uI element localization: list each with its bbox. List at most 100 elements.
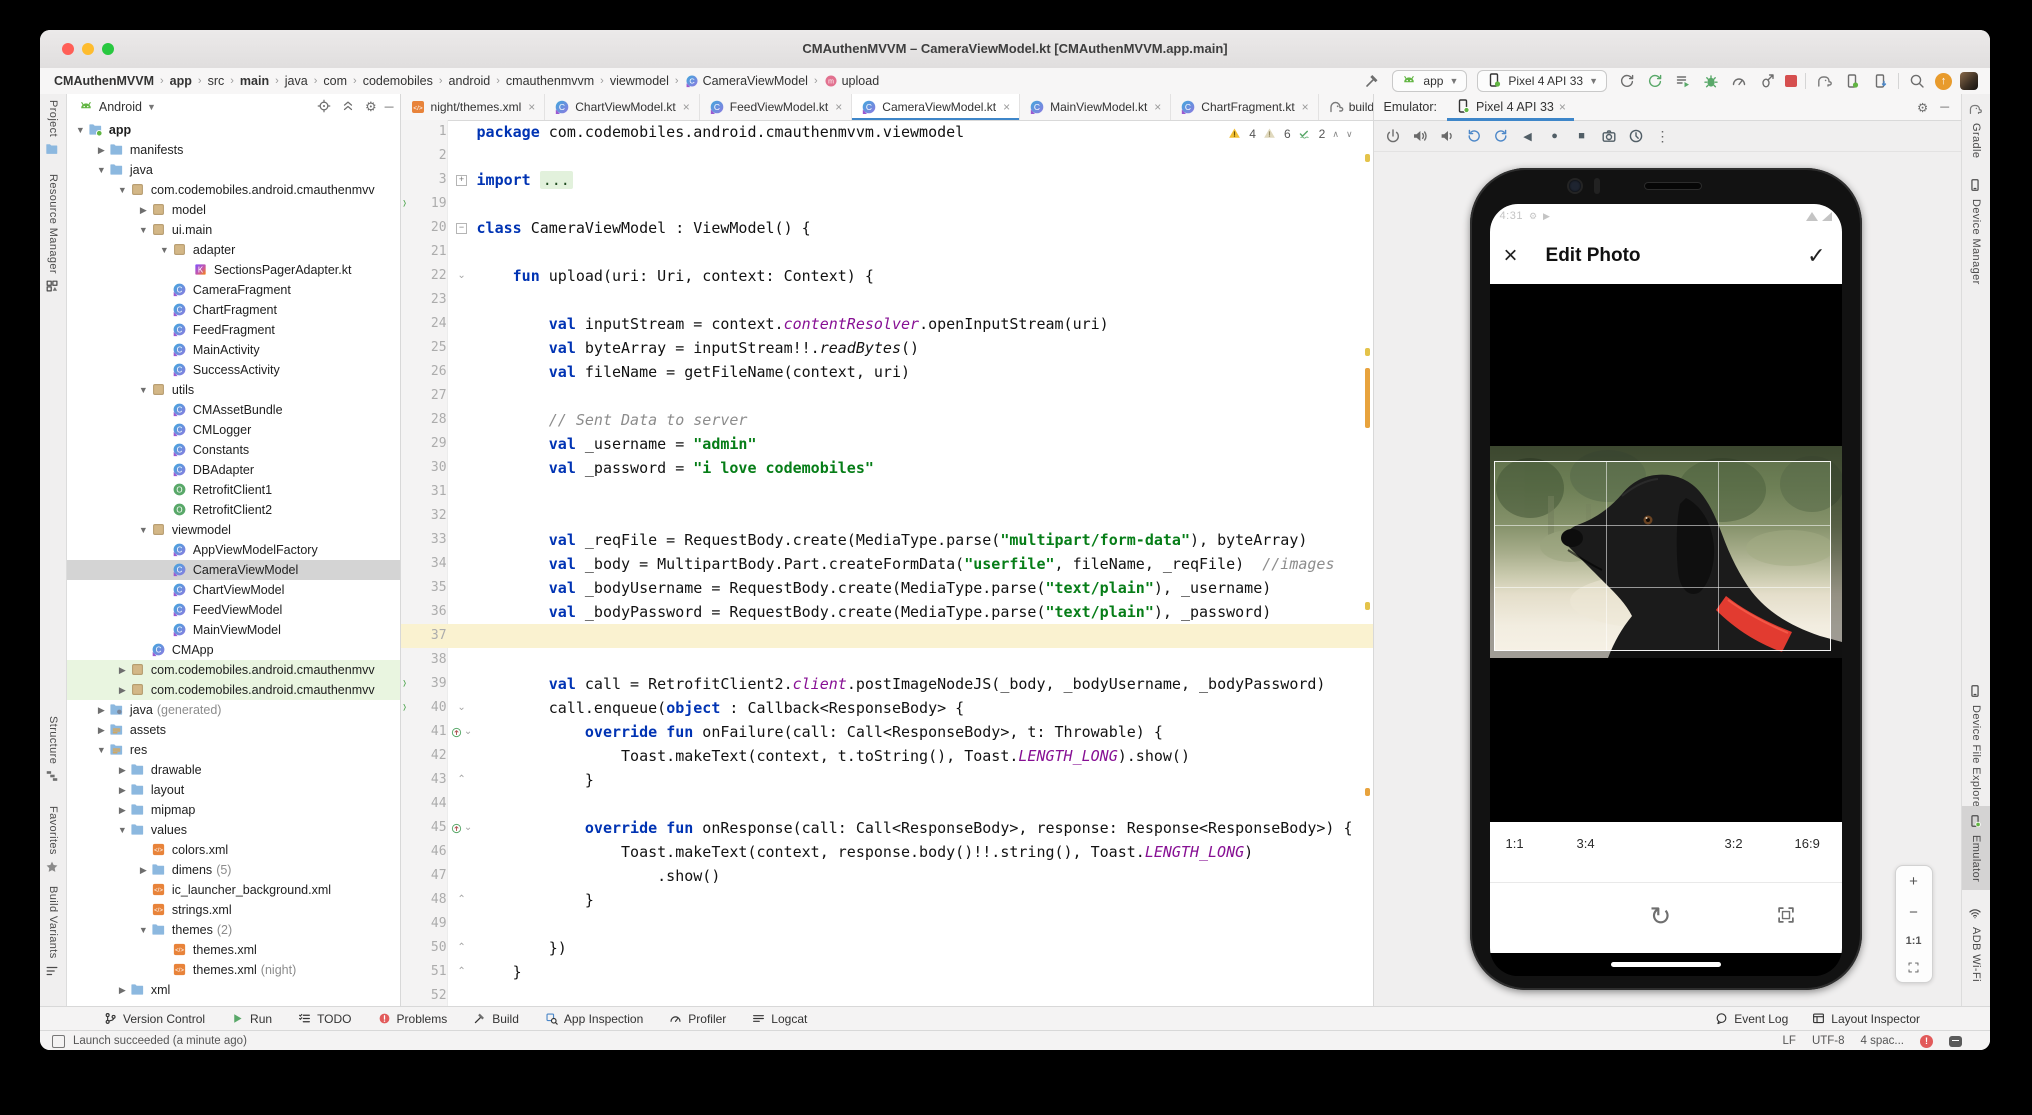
tree-item-retrofitclient1[interactable]: ORetrofitClient1: [67, 480, 400, 500]
breadcrumb-item[interactable]: CMAuthenMVVM: [54, 74, 154, 88]
code-line-44[interactable]: 44: [401, 792, 1373, 816]
apply-b-icon[interactable]: [1647, 73, 1663, 89]
code-line-42[interactable]: 42 Toast.makeText(context, t.toString(),…: [401, 744, 1373, 768]
project-view-mode[interactable]: Android: [99, 100, 142, 114]
build-hammer-icon[interactable]: [1362, 71, 1382, 91]
tool-strip-structure[interactable]: Structure: [40, 716, 66, 785]
tree-item-java[interactable]: ▼java: [67, 160, 400, 180]
code-line-25[interactable]: 25 val byteArray = inputStream!!.readByt…: [401, 336, 1373, 360]
code-line-27[interactable]: 27: [401, 384, 1373, 408]
tree-item-app[interactable]: ▼app: [67, 120, 400, 140]
code-line-45[interactable]: 45⌄ override fun onResponse(call: Call<R…: [401, 816, 1373, 840]
bug-icon[interactable]: [1703, 73, 1719, 89]
tree-item-utils[interactable]: ▼utils: [67, 380, 400, 400]
tab-night-themes-xml[interactable]: </>night/themes.xml×: [401, 94, 546, 120]
override-method-icon[interactable]: [451, 823, 462, 834]
tree-item-cmapp[interactable]: CCMApp: [67, 640, 400, 660]
camera-icon[interactable]: [1600, 127, 1618, 145]
gear-icon[interactable]: ⚙: [365, 99, 377, 115]
code-line-33[interactable]: 33 val _reqFile = RequestBody.create(Med…: [401, 528, 1373, 552]
tree-item-xml[interactable]: ▶xml: [67, 980, 400, 1000]
chevron-down-icon[interactable]: ▼: [73, 125, 88, 135]
tool-window-button-version-control[interactable]: Version Control: [104, 1012, 205, 1026]
breadcrumb-item[interactable]: app: [170, 74, 192, 88]
gesture-pill[interactable]: [1611, 962, 1721, 967]
tree-item-model[interactable]: ▶model: [67, 200, 400, 220]
tool-window-button-build[interactable]: Build: [473, 1012, 519, 1026]
breadcrumb-item[interactable]: CCameraViewModel: [685, 74, 808, 88]
code-line-47[interactable]: 47 .show(): [401, 864, 1373, 888]
tree-item-chartviewmodel[interactable]: CChartViewModel: [67, 580, 400, 600]
code-line-40[interactable]: ❭40⌄ call.enqueue(object : Callback<Resp…: [401, 696, 1373, 720]
snapshots-icon[interactable]: [1627, 127, 1645, 145]
chevron-right-icon[interactable]: ▶: [94, 725, 109, 736]
chevron-right-icon[interactable]: ▶: [115, 765, 130, 776]
rotate-left-icon[interactable]: [1466, 128, 1482, 144]
close-tab-icon[interactable]: ×: [683, 100, 690, 114]
chevron-down-icon[interactable]: ▼: [115, 185, 130, 195]
code-line-38[interactable]: 38: [401, 648, 1373, 672]
elephant-icon[interactable]: [1816, 73, 1832, 89]
line-ending-indicator[interactable]: LF: [1783, 1035, 1796, 1047]
more-icon[interactable]: ⋮: [1654, 127, 1672, 145]
rotate-button[interactable]: ↻: [1650, 901, 1672, 932]
tree-item-strings-xml[interactable]: </>strings.xml: [67, 900, 400, 920]
tree-item-feedviewmodel[interactable]: CFeedViewModel: [67, 600, 400, 620]
zoom-in-button[interactable]: +: [1909, 873, 1918, 890]
code-line-51[interactable]: 51⌃ }: [401, 960, 1373, 984]
tree-item-java[interactable]: ▶java (generated): [67, 700, 400, 720]
avatar[interactable]: [1960, 72, 1978, 90]
fit-to-window-button[interactable]: [1907, 961, 1921, 975]
elephant-icon[interactable]: [1814, 71, 1834, 91]
close-tab-icon[interactable]: ×: [1003, 100, 1010, 114]
tree-item-values[interactable]: ▼values: [67, 820, 400, 840]
target-icon[interactable]: [317, 99, 333, 115]
override-method-icon[interactable]: [451, 727, 462, 738]
chevron-right-icon[interactable]: ▶: [115, 805, 130, 816]
tab-cameraviewmodel-kt[interactable]: CCameraViewModel.kt×: [852, 94, 1020, 120]
apply-a-icon[interactable]: [1619, 73, 1635, 89]
code-line-22[interactable]: 22⌄ fun upload(uri: Uri, context: Contex…: [401, 264, 1373, 288]
volume-up-icon[interactable]: [1412, 128, 1428, 144]
code-line-46[interactable]: 46 Toast.makeText(context, response.body…: [401, 840, 1373, 864]
overview-icon[interactable]: ■: [1573, 127, 1591, 145]
tree-item-assets[interactable]: ▶assets: [67, 720, 400, 740]
fold-region-start-icon[interactable]: ⌄: [464, 720, 472, 744]
breadcrumb-item[interactable]: src: [208, 74, 225, 88]
camera-icon[interactable]: [1601, 128, 1617, 144]
code-line-52[interactable]: 52: [401, 984, 1373, 1006]
code-line-32[interactable]: 32: [401, 504, 1373, 528]
tool-window-button-app-inspection[interactable]: App Inspection: [545, 1012, 643, 1026]
tree-item-cmlogger[interactable]: CCMLogger: [67, 420, 400, 440]
code-line-21[interactable]: 21: [401, 240, 1373, 264]
tree-item-com-codemobiles-android-cmauthenmvv[interactable]: ▼com.codemobiles.android.cmauthenmvv: [67, 180, 400, 200]
tool-window-icon[interactable]: [52, 1035, 65, 1048]
search-icon[interactable]: [1909, 73, 1925, 89]
home-icon[interactable]: ●: [1546, 127, 1564, 145]
breadcrumb-item[interactable]: cmauthenmvvm: [506, 74, 594, 88]
chevron-right-icon[interactable]: ▶: [94, 145, 109, 156]
chevron-right-icon[interactable]: ▶: [136, 865, 151, 876]
power-icon[interactable]: [1384, 127, 1402, 145]
bug-icon[interactable]: [1701, 71, 1721, 91]
phone-check-icon[interactable]: [1842, 71, 1862, 91]
code-line-48[interactable]: 48⌃ }: [401, 888, 1373, 912]
confirm-button[interactable]: ✓: [1807, 243, 1825, 269]
tree-item-themes-xml[interactable]: </>themes.xml: [67, 940, 400, 960]
tree-item-chartfragment[interactable]: CChartFragment: [67, 300, 400, 320]
fold-region-end-icon[interactable]: ⌃: [457, 768, 465, 792]
tab-chartfragment-kt[interactable]: CChartFragment.kt×: [1171, 94, 1318, 120]
search-icon[interactable]: [1907, 71, 1927, 91]
hide-panel-icon[interactable]: ─: [1940, 100, 1949, 114]
fold-region-end-icon[interactable]: ⌃: [457, 888, 465, 912]
tree-item-camerafragment[interactable]: CCameraFragment: [67, 280, 400, 300]
aspect-ratio-3-2[interactable]: 3:2: [1725, 836, 1743, 851]
tab-feedviewmodel-kt[interactable]: CFeedViewModel.kt×: [700, 94, 853, 120]
fold-expand-icon[interactable]: +: [456, 175, 467, 186]
photo-crop-area[interactable]: [1490, 284, 1842, 822]
tool-window-button-run[interactable]: Run: [231, 1012, 272, 1026]
tree-item-cmassetbundle[interactable]: CCMAssetBundle: [67, 400, 400, 420]
tree-item-adapter[interactable]: ▼adapter: [67, 240, 400, 260]
chevron-down-icon[interactable]: ▼: [157, 245, 172, 255]
tool-window-button-layout-inspector[interactable]: Layout Inspector: [1812, 1012, 1920, 1026]
